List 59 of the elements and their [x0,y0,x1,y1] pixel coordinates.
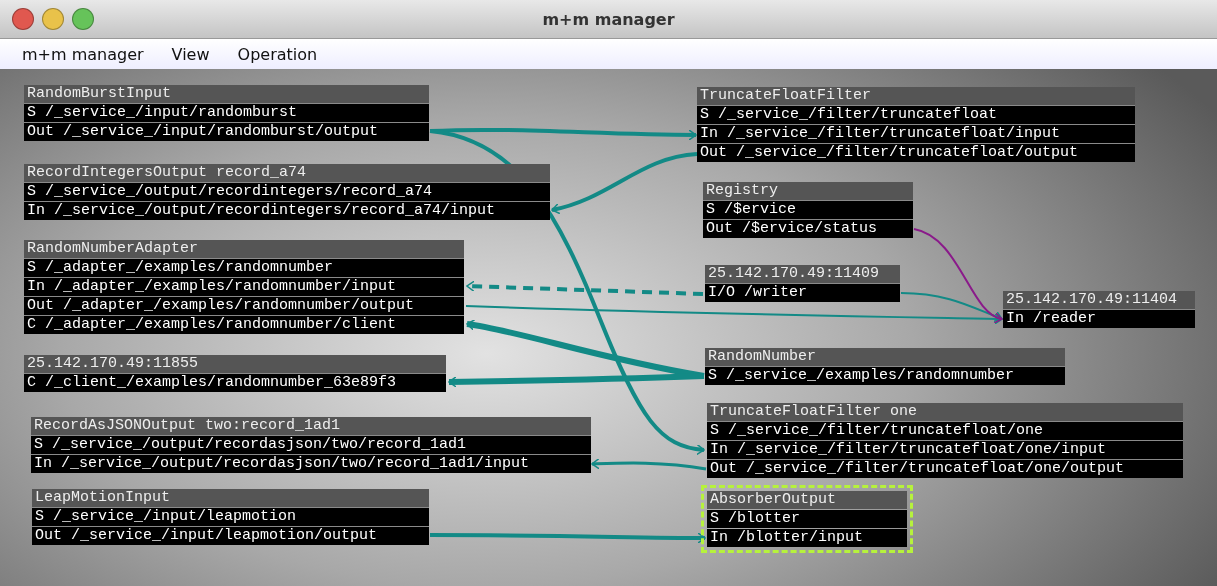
port-label[interactable]: S /_service_/filter/truncatefloat/one [707,422,1183,440]
port-label[interactable]: In /_adapter_/examples/randomnumber/input [24,278,464,296]
port-label[interactable]: In /_service_/output/recordintegers/record_a74/input [24,202,550,220]
node-card[interactable]: RandomNumber S /_service_/examples/randomnumber [705,348,1065,385]
node-title: 25.142.170.49:11404 [1003,291,1195,309]
node-title: RecordIntegersOutput record_a74 [24,164,550,182]
port-label[interactable]: In /_service_/filter/truncatefloat/one/input [707,441,1183,459]
node-card[interactable]: RecordIntegersOutput record_a74 S /_service_/output/recordintegers/record_a74 In /_service_/output/recordintegers/record_a74/input [24,164,550,220]
node-card[interactable]: TruncateFloatFilter one S /_service_/filter/truncatefloat/one In /_service_/filter/truncatefloat/one/input Out /_service_/filter/truncatefloat/one/output [707,403,1183,478]
node-card[interactable]: Registry S /$ervice Out /$ervice/status [703,182,913,238]
node-title: RandomNumber [705,348,1065,366]
port-label[interactable]: Out /_service_/filter/truncatefloat/output [697,144,1135,162]
zoom-button[interactable] [72,8,94,30]
node-title: Registry [703,182,913,200]
menu-item[interactable]: m+m manager [22,44,144,64]
port-label[interactable]: Out /_service_/filter/truncatefloat/one/output [707,460,1183,478]
menu-item[interactable]: Operation [237,44,318,64]
node-card[interactable]: RandomNumberAdapter S /_adapter_/examples/randomnumber In /_adapter_/examples/randomnumber/input Out /_adapter_/examples/randomnumber/output C /_adapter_/examples/randomnumber/client [24,240,464,334]
port-label[interactable]: S /_service_/examples/randomnumber [705,367,1065,385]
port-label[interactable]: C /_client_/examples/randomnumber_63e89f3 [24,374,446,392]
node-card[interactable]: 25.142.170.49:11404 In /reader [1003,291,1195,328]
node-title: AbsorberOutput [707,491,907,509]
node-card[interactable]: AbsorberOutput S /blotter In /blotter/input [707,491,907,547]
port-label[interactable]: S /_service_/output/recordintegers/record_a74 [24,183,550,201]
node-card[interactable]: TruncateFloatFilter S /_service_/filter/truncatefloat In /_service_/filter/truncatefloat/input Out /_service_/filter/truncatefloat/output [697,87,1135,162]
node-title: RandomBurstInput [24,85,429,103]
port-label[interactable]: Out /$ervice/status [703,220,913,238]
port-label[interactable]: Out /_service_/input/randomburst/output [24,123,429,141]
node-title: 25.142.170.49:11409 [705,265,900,283]
close-button[interactable] [12,8,34,30]
node-card[interactable]: LeapMotionInput S /_service_/input/leapmotion Out /_service_/input/leapmotion/output [32,489,429,545]
port-label[interactable]: S /_service_/filter/truncatefloat [697,106,1135,124]
node-title: RecordAsJSONOutput two:record_1ad1 [31,417,591,435]
window-title: m+m manager [542,9,675,29]
port-label[interactable]: In /_service_/filter/truncatefloat/input [697,125,1135,143]
node-title: LeapMotionInput [32,489,429,507]
port-label[interactable]: In /blotter/input [707,529,907,547]
port-label[interactable]: S /_adapter_/examples/randomnumber [24,259,464,277]
node-title: 25.142.170.49:11855 [24,355,446,373]
port-label[interactable]: S /blotter [707,510,907,528]
node-card[interactable]: RandomBurstInput S /_service_/input/randomburst Out /_service_/input/randomburst/output [24,85,429,141]
port-label[interactable]: S /$ervice [703,201,913,219]
minimize-button[interactable] [42,8,64,30]
port-label[interactable]: S /_service_/output/recordasjson/two/record_1ad1 [31,436,591,454]
node-card[interactable]: RecordAsJSONOutput two:record_1ad1 S /_service_/output/recordasjson/two/record_1ad1 In /_service_/output/recordasjson/two/record_1ad1/input [31,417,591,473]
port-label[interactable]: I/O /writer [705,284,900,302]
menu-item[interactable]: View [171,44,210,64]
port-label[interactable]: In /reader [1003,310,1195,328]
node-title: TruncateFloatFilter one [707,403,1183,421]
node-title: TruncateFloatFilter [697,87,1135,105]
port-label[interactable]: Out /_service_/input/leapmotion/output [32,527,429,545]
port-label[interactable]: Out /_adapter_/examples/randomnumber/output [24,297,464,315]
node-title: RandomNumberAdapter [24,240,464,258]
port-label[interactable]: S /_service_/input/leapmotion [32,508,429,526]
port-label[interactable]: In /_service_/output/recordasjson/two/record_1ad1/input [31,455,591,473]
port-label[interactable]: C /_adapter_/examples/randomnumber/client [24,316,464,334]
port-label[interactable]: S /_service_/input/randomburst [24,104,429,122]
node-card[interactable]: 25.142.170.49:11409 I/O /writer [705,265,900,302]
node-card[interactable]: 25.142.170.49:11855 C /_client_/examples/randomnumber_63e89f3 [24,355,446,392]
